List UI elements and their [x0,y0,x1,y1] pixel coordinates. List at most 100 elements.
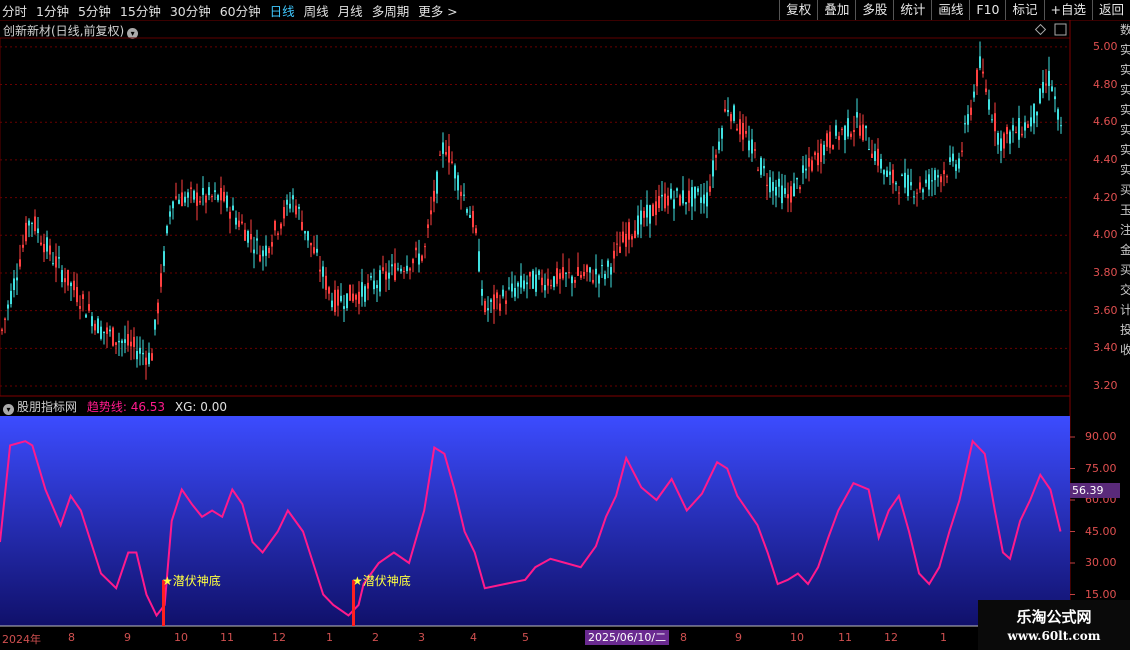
indicator-title: ▾ 股朋指标网 趋势线: 46.53 XG: 0.00 [3,398,227,415]
candle-body [634,230,636,239]
candle-body [601,264,603,267]
candle-body [445,152,447,155]
candle-body [283,207,285,219]
candle-body [493,294,495,310]
strip-char-10: 注 [1120,223,1130,237]
candle-body [979,56,981,68]
candle-body [349,284,351,301]
candle-body [793,183,795,197]
candle-body [442,142,444,154]
candle-body [505,300,507,304]
window-icon[interactable] [1054,23,1067,36]
candle-body [394,263,396,281]
candle-body [94,323,96,331]
date-tick-14: 9 [735,631,742,644]
strip-char-0: 数 [1120,23,1130,37]
candle-body [25,222,27,242]
candle-body [1060,125,1062,127]
candle-body [964,123,966,125]
candle-body [721,128,723,139]
candle-body [895,182,897,185]
candle-body [145,357,147,365]
candle-body [913,196,915,198]
candle-body [277,233,279,235]
candle-body [682,190,684,204]
candle-body [1000,138,1002,151]
price-tick-4: 4.20 [1093,190,1118,204]
candle-body [82,294,84,299]
ind-tick-1: 75.00 [1085,461,1117,475]
candle-body [115,342,117,345]
candle-body [1018,118,1020,140]
candle-body [526,282,528,285]
candle-body [796,178,798,180]
candle-body [502,289,504,297]
candle-body [469,214,471,218]
candle-body [475,228,477,234]
strip-char-12: 买 [1120,263,1130,277]
candle-body [337,289,339,306]
candle-body [673,199,675,209]
candle-body [760,157,762,175]
candle-body [187,192,189,198]
candle-body [310,242,312,246]
candle-body [598,275,600,284]
candle-body [184,196,186,203]
date-tick-13: 8 [680,631,687,644]
candle-body [217,195,219,201]
candle-body [877,148,879,166]
price-tick-9: 3.20 [1093,379,1118,392]
candle-body [1042,82,1044,93]
candle-body [1036,111,1038,116]
candle-body [460,191,462,197]
candle-body [1021,133,1023,136]
candle-body [841,128,843,131]
candle-body [133,336,135,347]
candle-body [1012,125,1014,131]
candle-body [547,278,549,286]
date-tick-2: 9 [124,631,131,644]
candle-body [304,230,306,234]
candle-body [403,271,405,273]
candle-body [1024,122,1026,131]
candle-body [31,222,33,224]
candle-body [607,260,609,267]
candle-body [781,185,783,204]
candle-body [268,247,270,254]
candle-body [313,247,315,254]
candle-body [676,188,678,191]
candle-body [229,211,231,219]
candle-body [256,238,258,241]
candle-body [931,180,933,182]
candle-body [514,288,516,297]
candle-body [985,88,987,92]
candle-body [301,221,303,230]
date-tick-17: 12 [884,631,898,644]
candle-body [85,314,87,318]
candle-body [409,268,411,271]
ind-tick-4: 30.00 [1085,556,1117,569]
candle-body [19,259,21,267]
candle-body [1030,117,1032,127]
candle-body [346,293,348,309]
candle-body [106,327,108,334]
chevron-down-icon[interactable]: ▾ [3,404,14,415]
candle-body [565,272,567,274]
candle-body [610,267,612,275]
candle-body [457,175,459,191]
candle-body [367,282,369,289]
candle-body [538,270,540,275]
date-tick-1: 8 [68,631,75,644]
candle-body [772,182,774,191]
candle-body [364,286,366,302]
candle-body [382,267,384,271]
signal-label: ★潜伏神底 [352,573,411,588]
candle-body [880,159,882,169]
diamond-icon[interactable] [1034,23,1047,36]
price-tick-3: 4.40 [1093,152,1118,166]
candle-body [592,279,594,283]
candle-body [700,197,702,203]
candle-body [790,186,792,203]
candle-body [160,273,162,287]
candle-body [652,204,654,216]
